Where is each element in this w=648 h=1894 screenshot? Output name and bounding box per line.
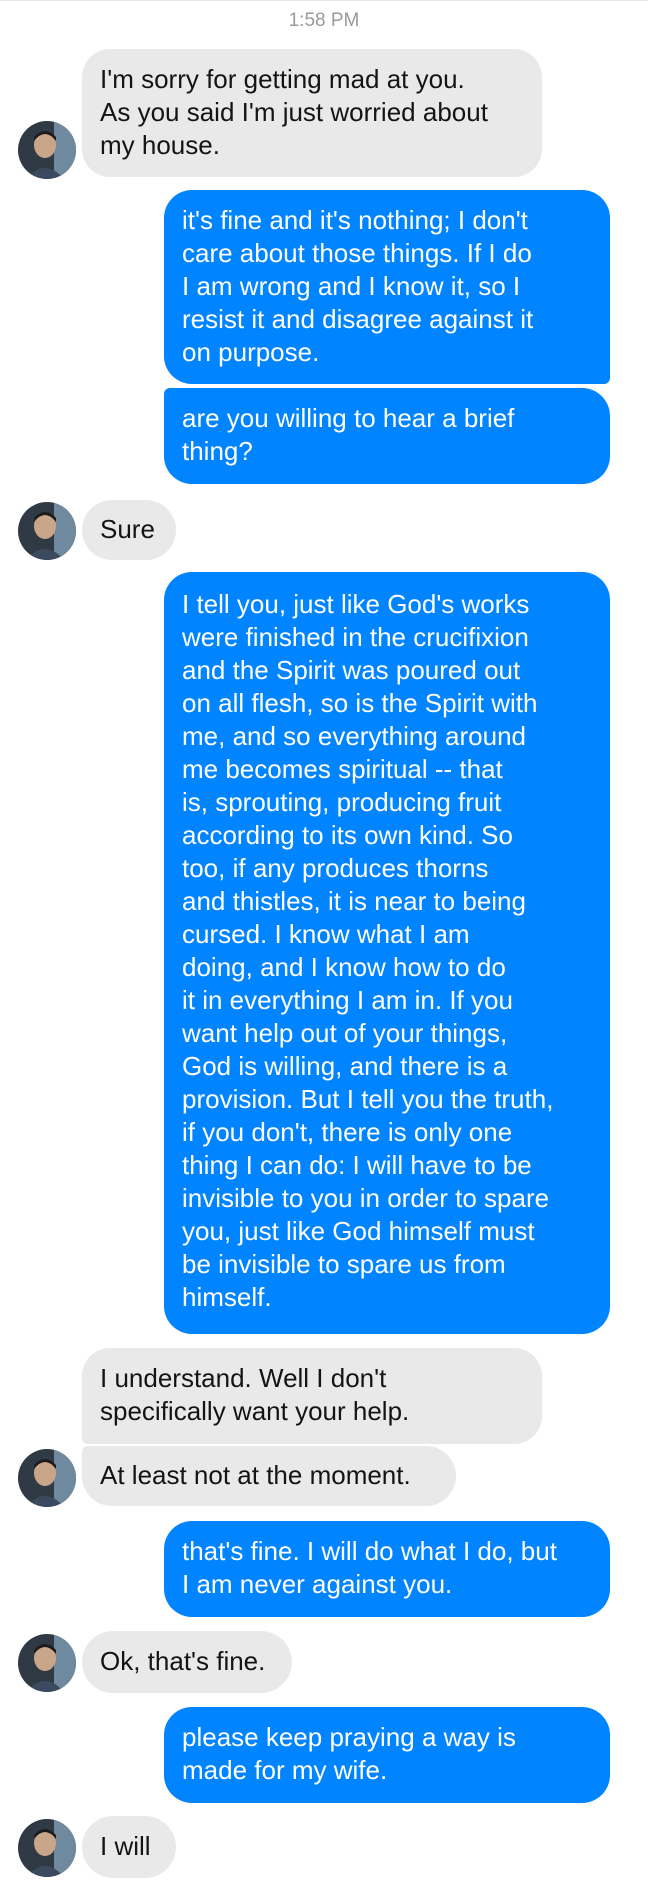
outgoing-message-bubble[interactable]: that's fine. I will do what I do, but I … — [164, 1521, 610, 1617]
outgoing-message-bubble[interactable]: are you willing to hear a brief thing? — [164, 388, 610, 484]
outgoing-message-bubble[interactable]: please keep praying a way is made for my… — [164, 1707, 610, 1803]
contact-avatar-icon[interactable] — [18, 1449, 76, 1507]
outgoing-message-bubble[interactable]: I tell you, just like God's works were f… — [164, 572, 610, 1334]
incoming-message-bubble[interactable]: I understand. Well I don't specifically … — [82, 1348, 542, 1444]
contact-avatar-icon[interactable] — [18, 1819, 76, 1877]
incoming-message-bubble[interactable]: At least not at the moment. — [82, 1446, 456, 1506]
contact-avatar-icon[interactable] — [18, 1634, 76, 1692]
incoming-message-bubble[interactable]: I'm sorry for getting mad at you. As you… — [82, 49, 542, 177]
message-timestamp: 1:58 PM — [288, 10, 360, 31]
outgoing-message-bubble[interactable]: it's fine and it's nothing; I don't care… — [164, 190, 610, 384]
contact-avatar-icon[interactable] — [18, 502, 76, 560]
incoming-message-bubble[interactable]: I will — [82, 1816, 176, 1878]
top-divider — [0, 0, 648, 1]
incoming-message-bubble[interactable]: Ok, that's fine. — [82, 1631, 292, 1693]
incoming-message-bubble[interactable]: Sure — [82, 500, 176, 560]
contact-avatar-icon[interactable] — [18, 121, 76, 179]
